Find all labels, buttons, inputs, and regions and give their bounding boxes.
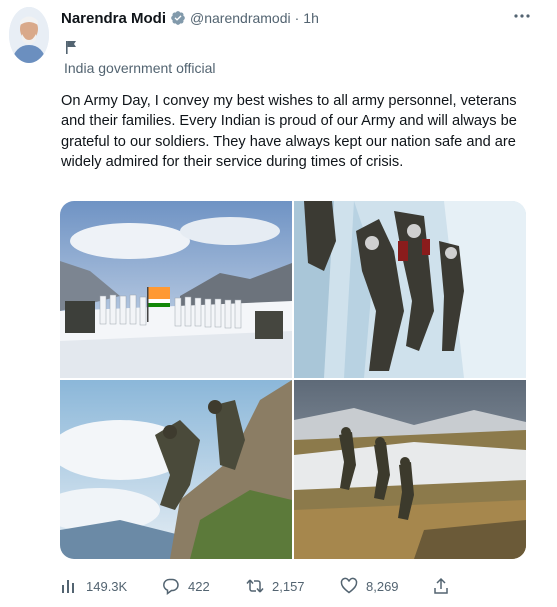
media-grid[interactable] xyxy=(60,201,526,559)
verified-badge-icon xyxy=(171,11,185,25)
tweet-header: Narendra Modi @narendramodi · 1h xyxy=(61,8,319,28)
author-handle[interactable]: @narendramodi xyxy=(190,10,291,26)
share-icon xyxy=(434,577,448,594)
like-button[interactable]: 8,269 xyxy=(340,577,399,595)
affiliation-label[interactable]: India government official xyxy=(64,60,216,76)
views-count: 149.3K xyxy=(86,578,128,594)
flag-icon xyxy=(66,41,76,54)
like-count: 8,269 xyxy=(366,578,399,594)
like-icon xyxy=(340,577,358,594)
reply-button[interactable]: 422 xyxy=(162,577,210,595)
reply-count: 422 xyxy=(188,578,210,594)
photo-ice-climbing[interactable] xyxy=(294,201,526,378)
share-button[interactable] xyxy=(432,577,458,595)
separator-dot: · xyxy=(294,10,300,26)
photo-ridge-patrol[interactable] xyxy=(294,380,526,559)
photo-soldiers-snow-flag[interactable] xyxy=(60,201,292,378)
retweet-icon xyxy=(246,579,264,593)
retweet-count: 2,157 xyxy=(272,578,305,594)
author-name[interactable]: Narendra Modi xyxy=(61,10,166,27)
tweet-card[interactable]: Narendra Modi @narendramodi · 1h India g… xyxy=(0,0,557,607)
analytics-icon xyxy=(62,580,74,593)
photo-rock-climbing[interactable] xyxy=(60,380,292,559)
tweet-time[interactable]: 1h xyxy=(303,10,319,26)
tweet-text: On Army Day, I convey my best wishes to … xyxy=(61,93,517,171)
action-bar: 149.3K 422 2,157 8,269 xyxy=(60,574,530,598)
reply-icon xyxy=(163,578,179,595)
avatar[interactable] xyxy=(9,7,49,63)
retweet-button[interactable]: 2,157 xyxy=(246,577,305,595)
views-button[interactable]: 149.3K xyxy=(60,577,127,595)
more-horizontal-icon[interactable] xyxy=(513,10,531,24)
